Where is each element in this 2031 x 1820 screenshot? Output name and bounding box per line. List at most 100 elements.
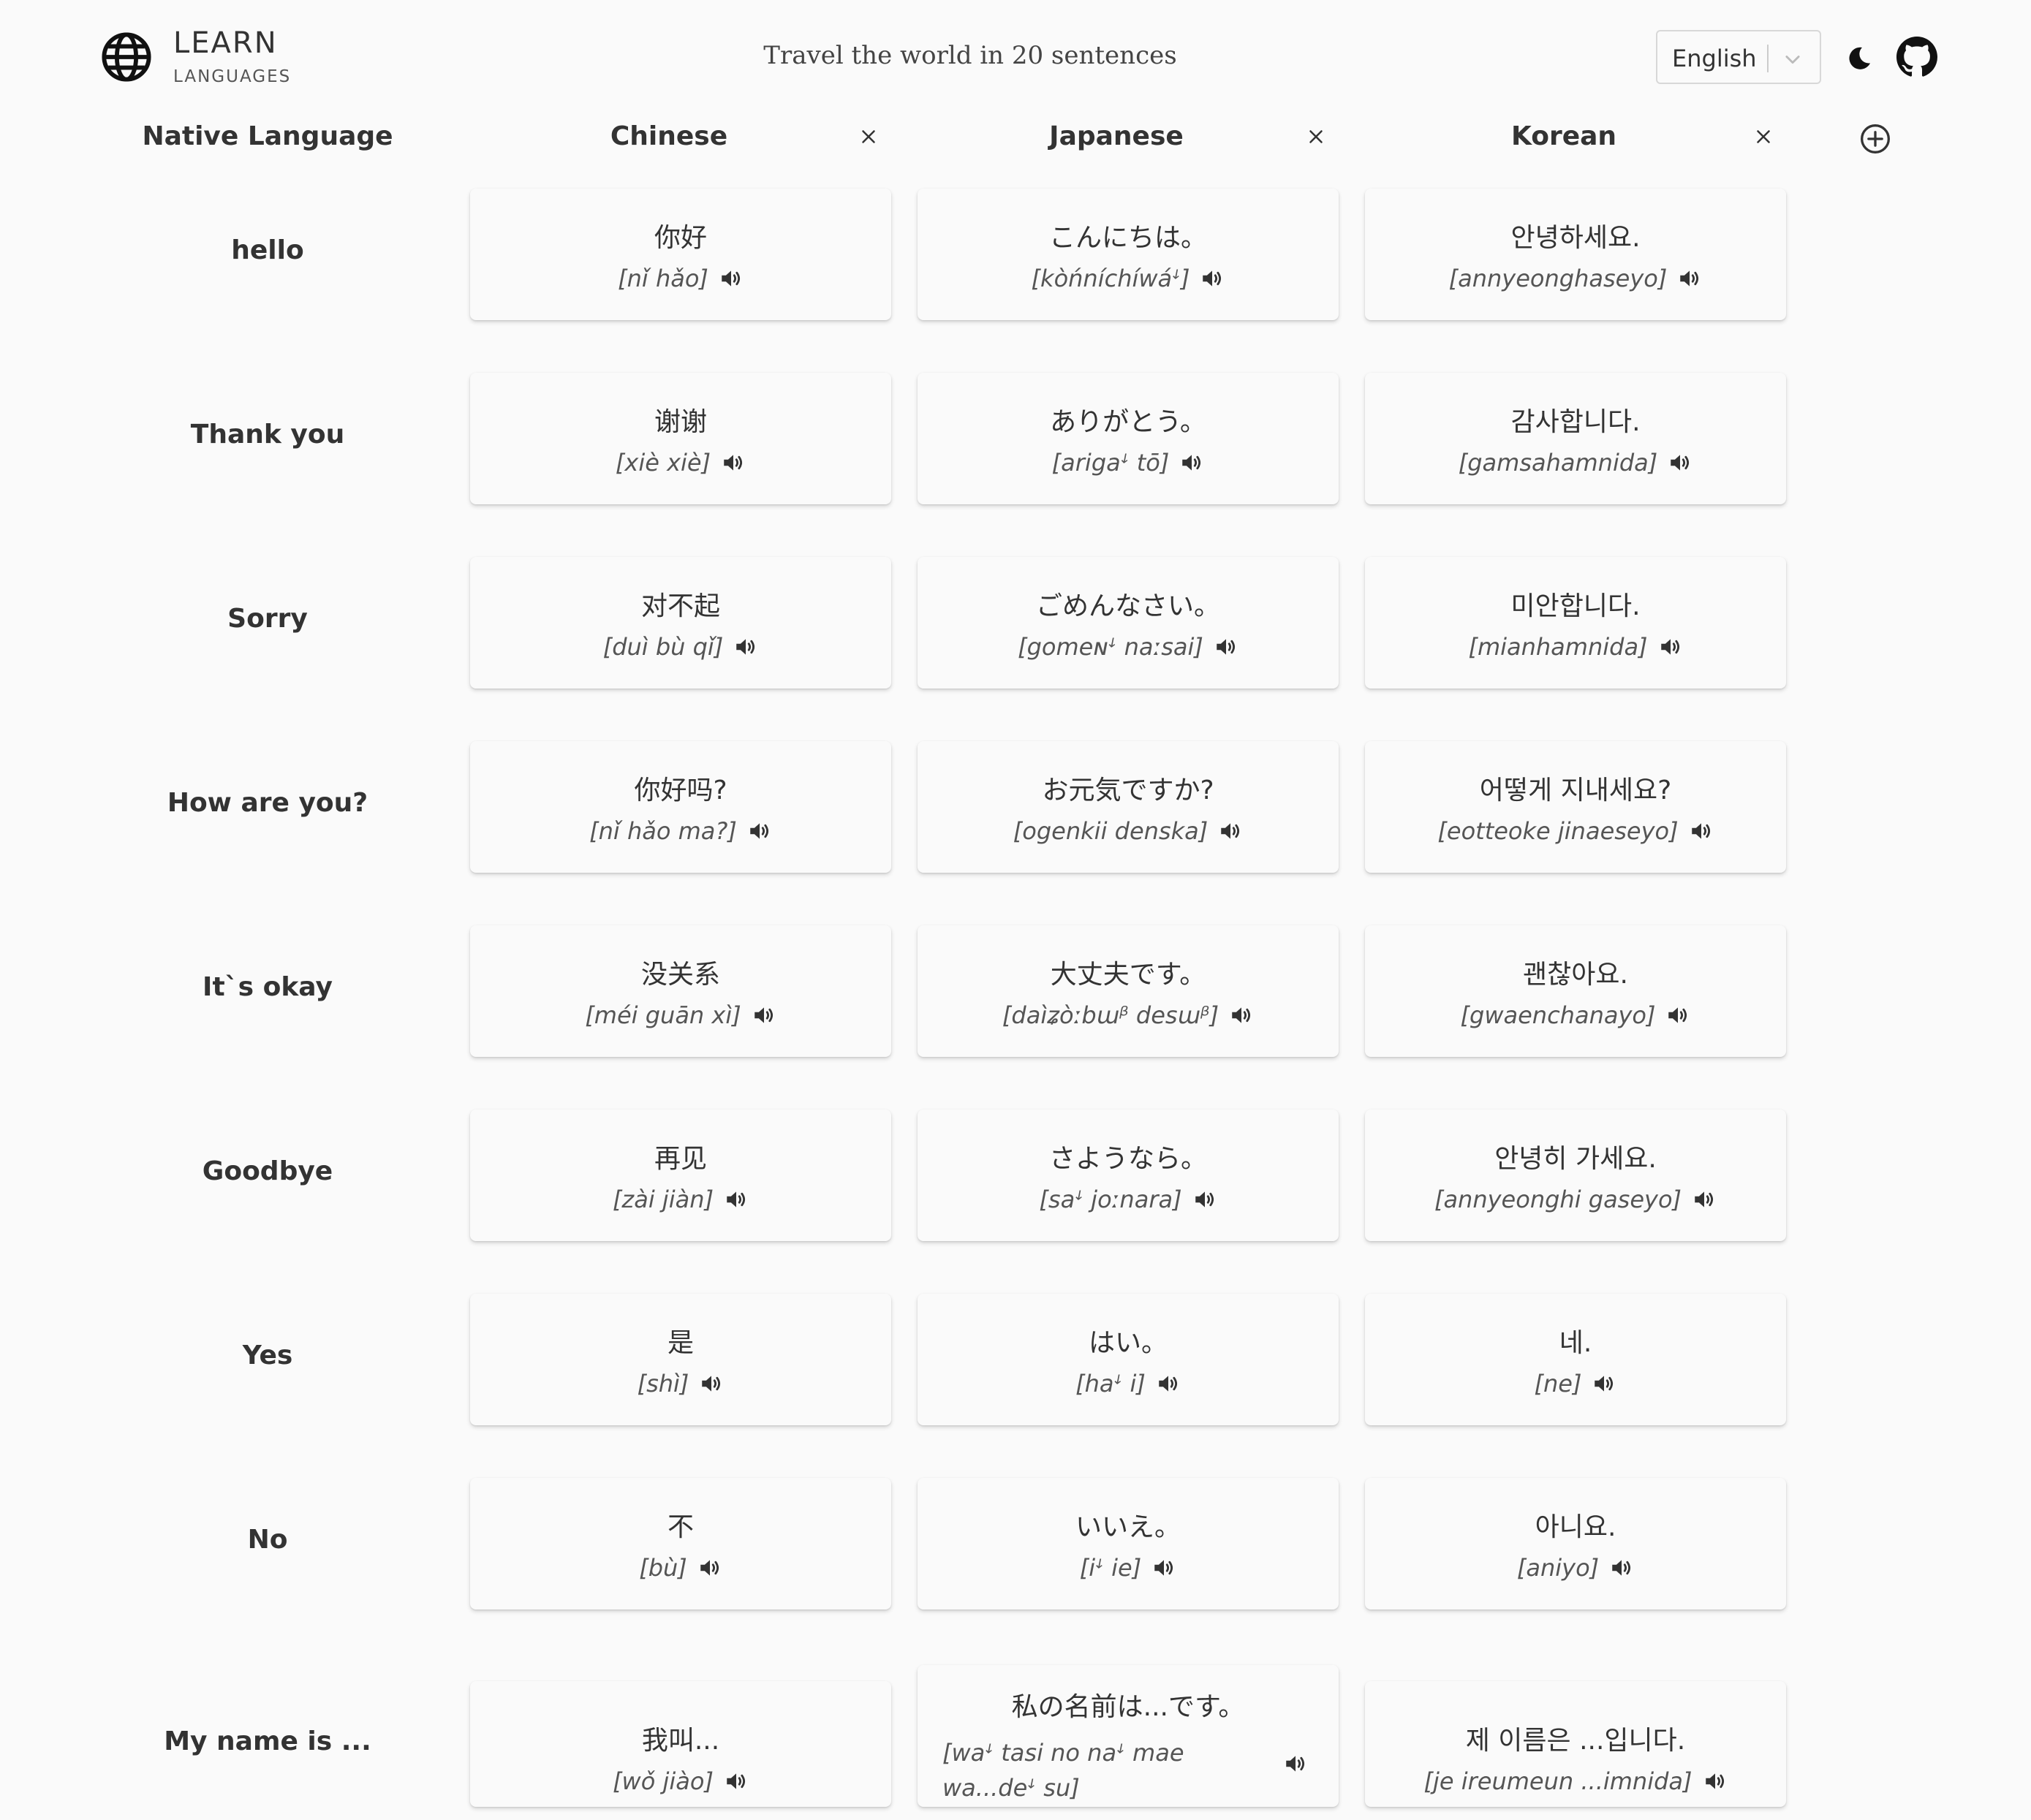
row-label: Thank you: [190, 420, 345, 450]
speaker-icon[interactable]: [1283, 1751, 1308, 1776]
github-icon[interactable]: [1896, 37, 1937, 77]
phrase-card-japanese: こんにちは。 [kòńníchíwáꜜ]: [918, 189, 1339, 320]
romanization: [daìʑòːbɯᵝ desɯᵝ]: [1002, 1001, 1219, 1029]
speaker-icon[interactable]: [719, 266, 744, 291]
native-text: 你好吗?: [634, 776, 727, 805]
phrase-card-korean: 미안합니다. [mianhamnida]: [1365, 557, 1786, 689]
romanization: [ogenkii denska]: [1013, 817, 1209, 845]
native-text: 你好: [654, 223, 707, 253]
header: LEARN LANGUAGES Travel the world in 20 s…: [0, 0, 2031, 110]
speaker-icon[interactable]: [1689, 819, 1714, 843]
native-text: 没关系: [640, 960, 720, 990]
romanization: [zài jiàn]: [612, 1186, 714, 1213]
row-label: It`s okay: [203, 972, 333, 1002]
romanization: [mianhamnida]: [1468, 633, 1648, 661]
native-text: 私の名前は...です。: [1011, 1692, 1245, 1722]
romanization: [xiè xiè]: [615, 449, 711, 477]
add-language-icon[interactable]: [1859, 123, 1891, 155]
native-text: ありがとう。: [1050, 407, 1206, 437]
speaker-icon[interactable]: [1200, 266, 1225, 291]
row-label: Yes: [242, 1341, 293, 1370]
speaker-icon[interactable]: [1703, 1769, 1728, 1794]
romanization: [ne]: [1534, 1370, 1582, 1398]
speaker-icon[interactable]: [1218, 819, 1243, 843]
speaker-icon[interactable]: [1692, 1187, 1717, 1212]
phrase-card-japanese: はい。 [haꜜ i]: [918, 1294, 1339, 1425]
romanization-line: [waꜜ tasi no naꜜ mae: [942, 1739, 1184, 1767]
row-label: hello: [231, 235, 304, 265]
speaker-icon[interactable]: [1677, 266, 1702, 291]
row-label: Goodbye: [202, 1156, 333, 1186]
column-header-chinese: Chinese: [610, 121, 728, 151]
speaker-icon[interactable]: [1192, 1187, 1217, 1212]
phrase-card-chinese: 你好 [nǐ hǎo]: [470, 189, 891, 320]
native-text: いいえ。: [1075, 1512, 1181, 1542]
phrase-card-korean: 아니요. [aniyo]: [1365, 1478, 1786, 1609]
speaker-icon[interactable]: [697, 1555, 722, 1580]
close-icon[interactable]: [858, 126, 880, 148]
speaker-icon[interactable]: [1658, 634, 1683, 659]
phrase-card-japanese: いいえ。 [iꜜ ie]: [918, 1478, 1339, 1609]
native-text: ごめんなさい。: [1035, 591, 1220, 621]
speaker-icon[interactable]: [699, 1371, 724, 1396]
phrase-card-japanese: さようなら。 [saꜜ joːnara]: [918, 1110, 1339, 1241]
native-text: 제 이름은 ...입니다.: [1465, 1726, 1686, 1756]
romanization: [annyeonghi gaseyo]: [1434, 1186, 1682, 1213]
romanization: [duì bù qǐ]: [602, 633, 724, 661]
speaker-icon[interactable]: [747, 819, 772, 843]
native-text: 미안합니다.: [1510, 591, 1641, 621]
native-text: 谢谢: [654, 407, 707, 437]
close-icon[interactable]: [1752, 126, 1774, 148]
speaker-icon[interactable]: [724, 1769, 749, 1794]
phrase-card-chinese: 对不起 [duì bù qǐ]: [470, 557, 891, 689]
romanization: [gamsahamnida]: [1458, 449, 1658, 477]
romanization: [je ireumeun ...imnida]: [1423, 1767, 1692, 1795]
language-select-value: English: [1672, 45, 1757, 72]
native-text: 어떻게 지내세요?: [1479, 776, 1672, 805]
speaker-icon[interactable]: [752, 1003, 776, 1028]
phrase-card-chinese: 不 [bù]: [470, 1478, 891, 1609]
native-text: お元気ですか?: [1042, 776, 1214, 805]
phrase-card-japanese: 私の名前は...です。 [waꜜ tasi no naꜜ mae wa...de…: [918, 1665, 1339, 1807]
romanization: [eotteoke jinaeseyo]: [1437, 817, 1679, 845]
phrase-card-korean: 감사합니다. [gamsahamnida]: [1365, 373, 1786, 504]
chevron-down-icon[interactable]: [1782, 49, 1803, 69]
speaker-icon[interactable]: [1179, 450, 1204, 475]
speaker-icon[interactable]: [1156, 1371, 1181, 1396]
phrase-card-japanese: ありがとう。 [arigaꜜ tō]: [918, 373, 1339, 504]
native-text: 괜찮아요.: [1523, 960, 1628, 990]
speaker-icon[interactable]: [1609, 1555, 1634, 1580]
moon-icon[interactable]: [1845, 45, 1873, 72]
language-select[interactable]: English: [1656, 30, 1821, 84]
phrase-card-korean: 어떻게 지내세요? [eotteoke jinaeseyo]: [1365, 741, 1786, 873]
close-icon[interactable]: [1305, 126, 1327, 148]
speaker-icon[interactable]: [1151, 1555, 1176, 1580]
phrase-card-korean: 괜찮아요. [gwaenchanayo]: [1365, 925, 1786, 1057]
native-text: さようなら。: [1048, 1144, 1207, 1174]
phrase-card-chinese: 你好吗? [nǐ hǎo ma?]: [470, 741, 891, 873]
phrase-card-japanese: ごめんなさい。 [gomeɴꜜ naːsai]: [918, 557, 1339, 689]
speaker-icon[interactable]: [721, 450, 746, 475]
phrase-card-korean: 네. [ne]: [1365, 1294, 1786, 1425]
speaker-icon[interactable]: [1229, 1003, 1254, 1028]
native-text: 不: [667, 1512, 694, 1542]
speaker-icon[interactable]: [1665, 1003, 1690, 1028]
column-header-korean: Korean: [1510, 121, 1617, 151]
speaker-icon[interactable]: [733, 634, 758, 659]
native-language-header: Native Language: [142, 121, 393, 151]
speaker-icon[interactable]: [1592, 1371, 1616, 1396]
romanization: [nǐ hǎo]: [618, 265, 708, 292]
speaker-icon[interactable]: [1214, 634, 1238, 659]
romanization: [kòńníchíwáꜜ]: [1031, 265, 1190, 292]
romanization: [bù]: [639, 1554, 687, 1582]
romanization: [iꜜ ie]: [1079, 1554, 1142, 1582]
native-text: 是: [667, 1328, 694, 1358]
romanization: [nǐ hǎo ma?]: [589, 817, 737, 845]
phrase-card-chinese: 没关系 [méi guān xì]: [470, 925, 891, 1057]
speaker-icon[interactable]: [1668, 450, 1692, 475]
phrase-card-chinese: 是 [shì]: [470, 1294, 891, 1425]
phrase-card-chinese: 再见 [zài jiàn]: [470, 1110, 891, 1241]
speaker-icon[interactable]: [724, 1187, 749, 1212]
romanization: [méi guān xì]: [585, 1001, 741, 1029]
native-text: はい。: [1088, 1328, 1168, 1358]
